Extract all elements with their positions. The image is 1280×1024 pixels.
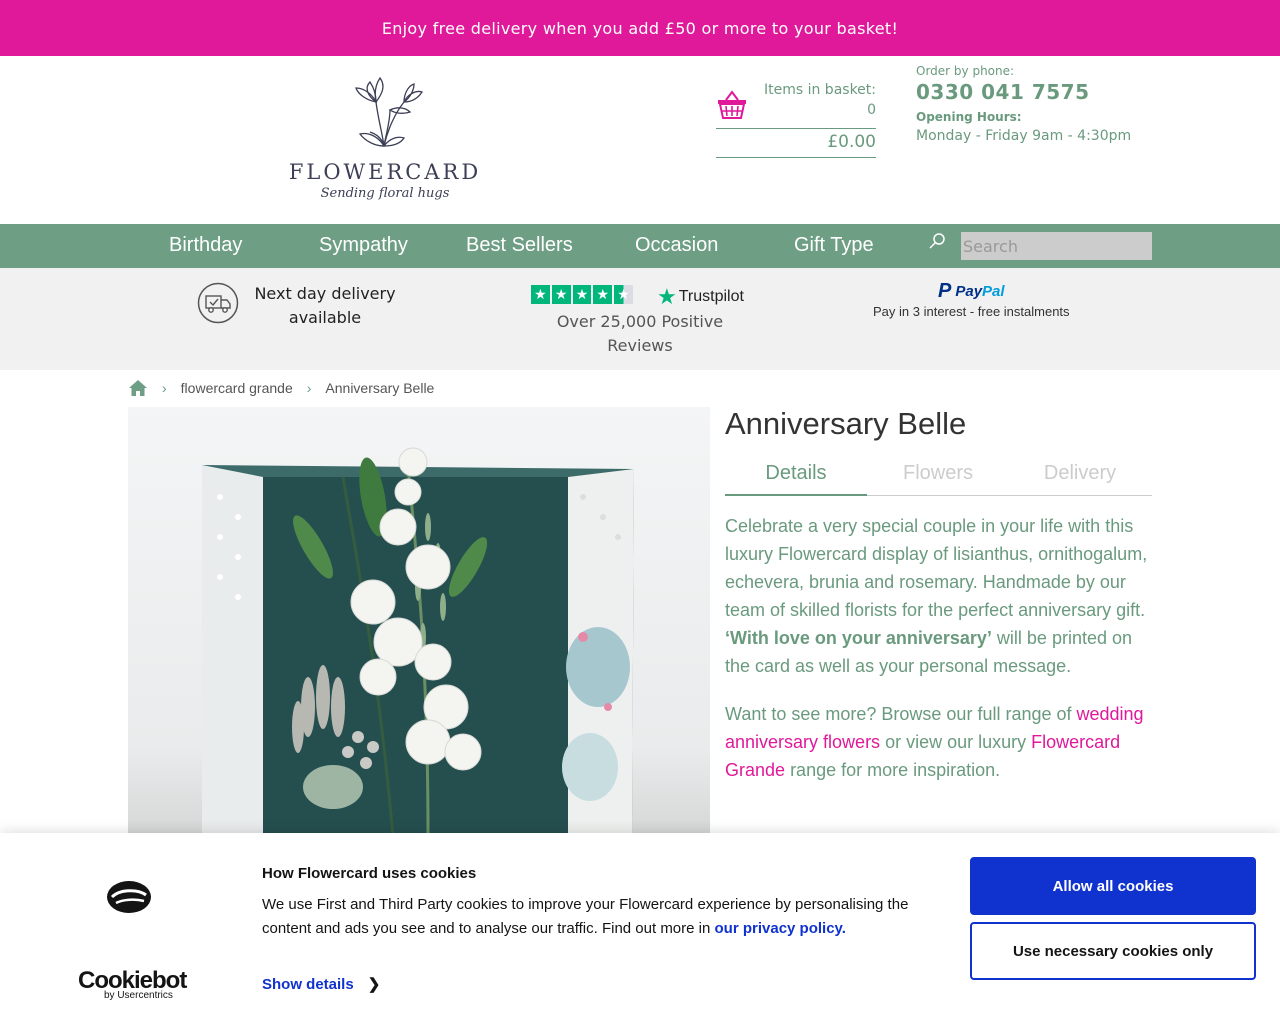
trustpilot-reviews-text: Over 25,000 Positive Reviews bbox=[540, 310, 740, 358]
trustpilot-logo[interactable]: ★ Trustpilot bbox=[657, 284, 744, 310]
phone-label: Order by phone: bbox=[916, 64, 1015, 78]
star-icon: ★ bbox=[531, 285, 550, 304]
trustpilot-star-icon: ★ bbox=[657, 284, 677, 309]
delivery-van-icon bbox=[197, 282, 239, 324]
product-illustration bbox=[202, 447, 634, 833]
product-tabs: Details Flowers Delivery bbox=[725, 456, 1152, 496]
promo-banner: Enjoy free delivery when you add £50 or … bbox=[0, 0, 1280, 56]
description-paragraph: Celebrate a very special couple in your … bbox=[725, 512, 1155, 680]
paypal-instalments-text: Pay in 3 interest - free instalments bbox=[873, 304, 1070, 319]
browse-paragraph: Want to see more? Browse our full range … bbox=[725, 700, 1155, 784]
paypal-brand-b: Pal bbox=[982, 283, 1005, 300]
opening-hours: Monday - Friday 9am - 4:30pm bbox=[916, 128, 1132, 144]
breadcrumb-current: Anniversary Belle bbox=[325, 380, 435, 396]
cookie-banner: Cookiebot by Usercentrics How Flowercard… bbox=[0, 833, 1280, 1024]
half-star-icon: ★ bbox=[614, 285, 633, 304]
breadcrumb-item[interactable]: flowercard grande bbox=[181, 380, 293, 396]
logo-tagline: Sending floral hugs bbox=[320, 186, 450, 201]
logo-wordmark: FLOWERCARD bbox=[288, 160, 482, 184]
cookie-body: We use First and Third Party cookies to … bbox=[262, 893, 942, 941]
tab-details[interactable]: Details bbox=[725, 462, 867, 485]
necessary-cookies-button[interactable]: Use necessary cookies only bbox=[970, 922, 1256, 980]
basket-divider bbox=[716, 157, 876, 158]
browse-text: range for more inspiration. bbox=[790, 760, 1001, 780]
opening-hours-label: Opening Hours: bbox=[916, 110, 1022, 124]
trustpilot-stars[interactable]: ★ ★ ★ ★ ★ bbox=[531, 285, 633, 305]
product-title: Anniversary Belle bbox=[725, 406, 967, 441]
paypal-p-icon: P bbox=[938, 280, 952, 302]
home-icon[interactable] bbox=[128, 379, 148, 397]
nav-item-birthday[interactable]: Birthday bbox=[169, 234, 242, 257]
delivery-line-2: available bbox=[288, 308, 362, 327]
site-header: FLOWERCARD Sending floral hugs Items in … bbox=[0, 56, 1280, 224]
nav-item-occasion[interactable]: Occasion bbox=[635, 234, 718, 257]
product-image[interactable] bbox=[128, 407, 710, 833]
nav-item-sympathy[interactable]: Sympathy bbox=[319, 234, 408, 257]
main-nav: Birthday Sympathy Best Sellers Occasion … bbox=[0, 224, 1280, 268]
browse-text: or view our luxury bbox=[885, 732, 1027, 752]
product-description: Celebrate a very special couple in your … bbox=[725, 512, 1155, 804]
search-input[interactable] bbox=[961, 232, 1152, 260]
chevron-right-icon: › bbox=[306, 380, 312, 396]
basket-divider bbox=[716, 128, 876, 129]
reviews-line-2: Reviews bbox=[607, 336, 673, 355]
cookiebot-by: by Usercentrics bbox=[104, 990, 173, 1001]
cookie-title: How Flowercard uses cookies bbox=[262, 865, 477, 882]
chevron-right-icon: › bbox=[162, 380, 167, 396]
basket-icon bbox=[718, 90, 746, 119]
phone-number[interactable]: 0330 041 7575 bbox=[916, 80, 1196, 104]
star-icon: ★ bbox=[572, 285, 592, 304]
paypal-brand-a: Pay bbox=[955, 283, 983, 300]
basket-total: £0.00 bbox=[827, 132, 876, 152]
basket-items-count: 0 bbox=[867, 102, 876, 118]
show-details-label: Show details bbox=[262, 975, 354, 993]
trust-bar: Next day delivery available ★ ★ ★ ★ ★ ★ … bbox=[0, 268, 1280, 370]
star-icon: ★ bbox=[593, 285, 613, 304]
delivery-text: Next day delivery available bbox=[248, 282, 402, 330]
contact-info: Order by phone: 0330 041 7575 Opening Ho… bbox=[916, 64, 1196, 144]
basket-items-label: Items in basket: bbox=[763, 82, 876, 98]
nav-item-best-sellers[interactable]: Best Sellers bbox=[466, 234, 573, 257]
promo-text: Enjoy free delivery when you add £50 or … bbox=[381, 18, 899, 38]
description-text: Celebrate a very special couple in your … bbox=[725, 516, 1148, 620]
card-message: ‘With love on your anniversary’ bbox=[725, 628, 992, 648]
tab-delivery[interactable]: Delivery bbox=[1009, 462, 1151, 485]
breadcrumb: › flowercard grande › Anniversary Belle bbox=[128, 378, 434, 398]
search-icon[interactable] bbox=[928, 232, 946, 250]
privacy-policy-link[interactable]: our privacy policy. bbox=[715, 920, 846, 937]
nav-item-gift-type[interactable]: Gift Type bbox=[794, 234, 874, 257]
tab-flowers[interactable]: Flowers bbox=[867, 462, 1009, 485]
trustpilot-brand: Trustpilot bbox=[678, 288, 744, 305]
active-tab-indicator bbox=[725, 494, 867, 496]
basket-summary[interactable]: Items in basket: 0 £0.00 bbox=[716, 80, 876, 158]
reviews-line-1: Over 25,000 Positive bbox=[556, 312, 724, 331]
browse-text: Want to see more? Browse our full range … bbox=[725, 704, 1072, 724]
show-details-button[interactable]: Show details ❯ bbox=[262, 975, 381, 994]
star-icon: ★ bbox=[551, 285, 571, 304]
allow-all-cookies-button[interactable]: Allow all cookies bbox=[970, 857, 1256, 915]
delivery-line-1: Next day delivery bbox=[254, 284, 396, 303]
cookiebot-icon bbox=[107, 881, 151, 913]
chevron-right-icon: ❯ bbox=[367, 976, 381, 993]
paypal-logo: P PayPal bbox=[938, 280, 1005, 303]
